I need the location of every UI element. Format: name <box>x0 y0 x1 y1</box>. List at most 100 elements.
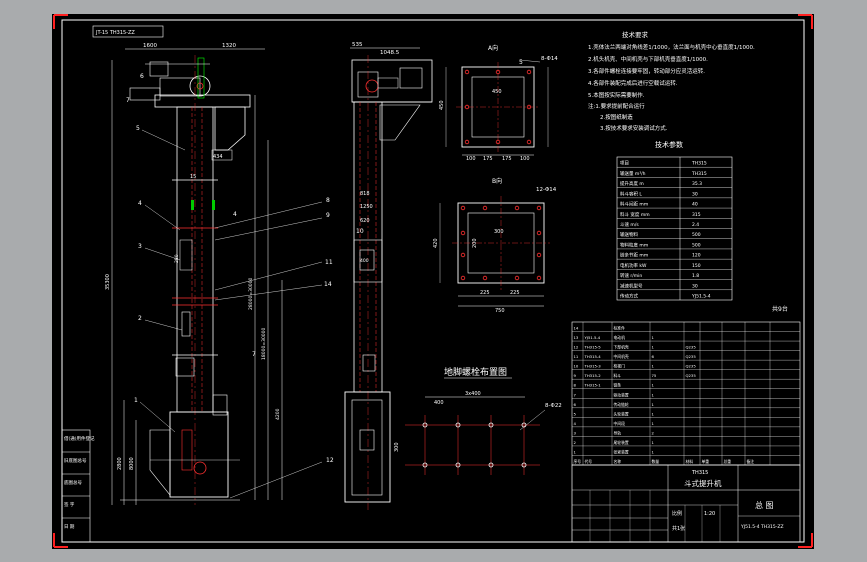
dim-right-v1: 28000=30000 <box>248 277 254 310</box>
callout-6: 6 <box>140 73 144 80</box>
dim-left-h4: 8000 <box>129 457 135 470</box>
bom-cell: 13 <box>574 335 579 340</box>
bom-cell: TH315-3 <box>584 364 602 369</box>
bom-cell: 10 <box>574 364 579 369</box>
view-b-label: B向 <box>492 177 502 185</box>
bom-cell: 名称 <box>614 459 622 464</box>
bom-cell: 下部机壳 <box>614 345 629 350</box>
bom-cell: 中间机壳 <box>614 354 629 359</box>
view-a-size: 450 <box>492 89 502 95</box>
title-scale: 1:20 <box>704 511 715 517</box>
anchor-label: 地脚螺栓布置图 <box>444 366 507 378</box>
tech-param-label: 斗速 m/s <box>620 222 639 228</box>
tech-table-title: 技术参数 <box>655 140 683 149</box>
view-a-holes: 8-Φ14 <box>541 56 558 62</box>
tech-param-value: TH315 <box>691 171 707 177</box>
anchor-total: 3x400 <box>465 391 481 397</box>
note-sub-1: 注:1.要求提前配合运行 <box>588 102 645 110</box>
tech-param-value: 120 <box>692 253 701 259</box>
bom-cell: 11 <box>574 354 579 359</box>
callout-10: 10 <box>356 228 364 235</box>
tech-param-value: 315 <box>692 212 701 218</box>
title-name: 斗式提升机 <box>684 478 722 488</box>
bom-cell: 数量 <box>652 459 660 464</box>
strip-label-4: 签 字 <box>64 501 75 508</box>
view-b-holes: 12-Φ14 <box>536 187 557 193</box>
callout-14: 14 <box>324 281 332 288</box>
view-b-w: 300 <box>494 229 504 235</box>
tech-param-label: 提升高度 m <box>620 180 644 187</box>
tech-param-value: 30 <box>692 191 698 197</box>
strip-label-5: 日 期 <box>64 524 75 530</box>
view-a-bot-3: 175 <box>502 156 512 162</box>
bom-cell: 材料 <box>686 459 694 464</box>
tech-param-label: 输送量 m³/h <box>620 170 646 177</box>
bom-cell: 尾轮装置 <box>614 440 629 445</box>
tech-param-label: 料斗容积 L <box>620 190 642 197</box>
callout-2: 2 <box>138 315 142 322</box>
bom-cell: 传动链轮 <box>614 402 629 407</box>
bom-cell: YJ51.5-4 <box>585 335 601 340</box>
note-4: 4.各部件装配完成后进行空载试运转. <box>588 79 678 87</box>
view-a-label: A向 <box>488 44 498 52</box>
anchor-holes: 8-Φ22 <box>545 403 562 409</box>
view-a-side: 450 <box>439 100 445 110</box>
title-scale-label: 比例 <box>672 510 682 517</box>
bom-cell: 标准件 <box>614 326 626 331</box>
title-company: TH315 <box>691 470 708 476</box>
title-drawing: 总 图 <box>755 500 774 510</box>
note-3: 3.各部件螺栓连接要牢固，转动部分应灵活运转. <box>588 67 705 75</box>
strip-label-1: 借(通)用件登记 <box>64 435 95 442</box>
dim-vert-1: 15 <box>190 174 196 180</box>
tech-param-value: 35.3 <box>692 181 702 187</box>
dim-right-v3: 4200 <box>275 408 281 420</box>
view-b-side: 420 <box>433 238 439 248</box>
bom-cell: 料斗 <box>614 373 622 378</box>
bom-cell: TH315-1 <box>584 383 602 388</box>
tech-param-label: 传动方式 <box>620 293 638 300</box>
bom-cell: Q235 <box>686 373 697 378</box>
bom-cell: TH315-2 <box>584 373 602 378</box>
view-a-bot-2: 175 <box>483 156 493 162</box>
strip-label-2: 旧底图总号 <box>64 457 87 464</box>
view-a-bot-1: 100 <box>466 156 476 162</box>
bom-cell: Q235 <box>686 345 697 350</box>
tech-param-label: 料斗间距 mm <box>620 201 648 208</box>
tech-param-label: 料斗 宽度 mm <box>620 211 650 218</box>
bom-cell: Q235 <box>686 354 697 359</box>
bom-cell: 电动机 <box>614 335 626 340</box>
bom-cell: 导轨 <box>614 430 622 435</box>
bom-cell: 12 <box>574 345 579 350</box>
view-b-total: 750 <box>495 308 505 314</box>
tech-param-value: 40 <box>692 202 698 208</box>
callout-a-5: 5 <box>519 59 523 66</box>
callout-4: 4 <box>138 200 142 207</box>
tech-param-label: 物料粒度 mm <box>620 241 648 248</box>
callout-5: 5 <box>136 125 140 132</box>
bom-cell: 总重 <box>724 459 732 464</box>
callout-1: 1 <box>134 397 138 404</box>
note-sub-3: 3.按技术要求安装调试方式. <box>600 124 668 132</box>
bom-cell: TH315-4 <box>584 354 602 359</box>
dim-width: 1320 <box>222 43 236 49</box>
tech-param-value: 500 <box>692 242 701 248</box>
callout-8: 8 <box>326 197 330 204</box>
note-sub-2: 2.按图纸制造 <box>600 113 633 121</box>
tech-param-value: 1.8 <box>692 273 699 279</box>
note-1: 1.壳体法兰两端对角线差1/1000，法兰面与机壳中心垂直度1/1000. <box>588 43 755 51</box>
tech-param-value: 150 <box>692 263 701 269</box>
bom-cell: 链条 <box>614 383 622 388</box>
bom-cell: 75 <box>652 373 657 378</box>
title-code: YJ51.5-4 TH315-ZZ <box>740 524 784 530</box>
view-b-h: 200 <box>472 238 478 248</box>
tech-param-value: 2.4 <box>692 222 699 228</box>
tech-param-label: 转速 r/min <box>620 272 642 279</box>
tech-param-value: YJ51.5-4 <box>691 294 711 300</box>
dim-t280: 280 <box>174 254 180 263</box>
bom-cell: TH315-5 <box>584 345 602 350</box>
anchor-w: 400 <box>434 400 444 406</box>
strip-label-3: 底图总号 <box>64 479 82 486</box>
dim-side-1250: 1250 <box>360 204 373 210</box>
tech-param-label: 电机功率 kW <box>620 262 647 269</box>
callout-11: 11 <box>325 259 333 266</box>
